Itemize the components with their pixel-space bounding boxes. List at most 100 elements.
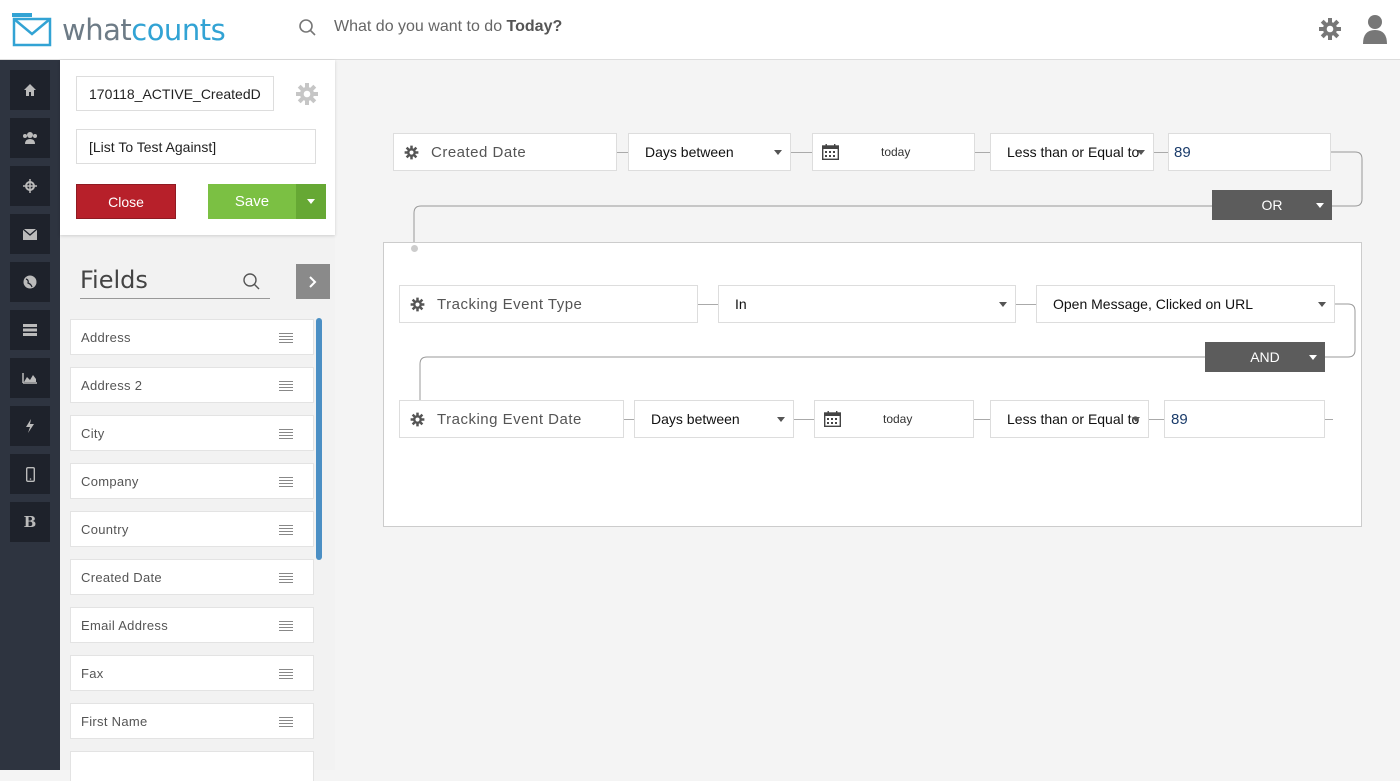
user-icon[interactable] — [1362, 14, 1388, 44]
caret-down-icon — [1132, 417, 1140, 422]
rule-operator-select[interactable]: Days between — [634, 400, 794, 438]
rule-field-label: Tracking Event Date — [437, 410, 582, 428]
globe-icon — [23, 275, 37, 289]
rail-item-target[interactable] — [10, 166, 50, 206]
envelope-logo-icon — [12, 13, 52, 47]
top-bar: whatcounts What do you want to do Today? — [0, 0, 1400, 60]
logic-value: OR — [1261, 197, 1283, 213]
field-item[interactable]: Address 2 — [70, 367, 314, 403]
fields-title: Fields — [80, 266, 148, 294]
rail-item-list[interactable] — [10, 310, 50, 350]
field-label: Address — [81, 329, 131, 345]
fields-expand-button[interactable] — [296, 264, 330, 299]
rail-item-mail[interactable] — [10, 214, 50, 254]
rail-item-bold[interactable]: B — [10, 502, 50, 542]
or-connector-lines — [413, 151, 1363, 246]
segment-panel: 170118_ACTIVE_CreatedD [List To Test Aga… — [60, 60, 335, 781]
field-item[interactable]: Created Date — [70, 559, 314, 595]
field-item[interactable] — [70, 751, 314, 781]
drag-handle-icon[interactable] — [279, 333, 293, 343]
save-options-button[interactable] — [296, 184, 326, 219]
rail-item-globe[interactable] — [10, 262, 50, 302]
connector-line — [1325, 419, 1333, 420]
field-item[interactable]: City — [70, 415, 314, 451]
drag-handle-icon[interactable] — [279, 477, 293, 487]
rail-item-home[interactable] — [10, 70, 50, 110]
rule-date-picker[interactable]: today — [814, 400, 974, 438]
gear-icon[interactable] — [295, 82, 319, 106]
caret-down-icon — [1309, 355, 1317, 360]
calendar-icon — [824, 411, 841, 427]
fields-scrollbar[interactable] — [316, 318, 322, 560]
connector-line — [794, 419, 814, 420]
search-icon[interactable] — [298, 18, 318, 38]
save-button[interactable]: Save — [208, 184, 296, 219]
caret-down-icon — [777, 417, 785, 422]
rail-item-chart[interactable] — [10, 358, 50, 398]
logic-and-select[interactable]: AND — [1205, 342, 1325, 372]
field-item[interactable]: Address — [70, 319, 314, 355]
rail-item-users[interactable] — [10, 118, 50, 158]
date-value: today — [883, 412, 913, 426]
connector-line — [974, 419, 990, 420]
field-label: Email Address — [81, 617, 168, 633]
gear-icon[interactable] — [410, 412, 425, 427]
area-chart-icon — [22, 373, 37, 384]
logic-value: AND — [1250, 349, 1280, 365]
field-label: Address 2 — [81, 377, 143, 393]
caret-down-icon — [1316, 203, 1324, 208]
field-item[interactable]: Email Address — [70, 607, 314, 643]
crosshair-icon — [23, 179, 37, 193]
field-label: Fax — [81, 665, 104, 681]
users-icon — [23, 132, 37, 144]
segment-name-input[interactable]: 170118_ACTIVE_CreatedD — [76, 76, 274, 111]
left-nav-rail: B — [0, 60, 60, 770]
chevron-right-icon — [309, 275, 317, 288]
drag-handle-icon[interactable] — [279, 525, 293, 535]
operator-value: Days between — [651, 411, 740, 427]
field-item[interactable]: Country — [70, 511, 314, 547]
logo-text: whatcounts — [62, 13, 226, 47]
fields-divider — [80, 298, 270, 299]
field-item[interactable]: Company — [70, 463, 314, 499]
drag-handle-icon[interactable] — [279, 429, 293, 439]
rule-value: 89 — [1171, 410, 1188, 428]
connector-line — [624, 419, 634, 420]
rule-value-input[interactable]: 89 — [1164, 400, 1325, 438]
logic-or-select[interactable]: OR — [1212, 190, 1332, 220]
drag-handle-icon[interactable] — [279, 669, 293, 679]
b-icon: B — [23, 513, 37, 531]
field-label: Created Date — [81, 569, 162, 585]
home-icon — [24, 84, 36, 96]
field-label: City — [81, 425, 105, 441]
drag-handle-icon[interactable] — [279, 621, 293, 631]
rule-field-tracking-event-date[interactable]: Tracking Event Date — [399, 400, 624, 438]
list-icon — [23, 324, 37, 336]
drag-handle-icon[interactable] — [279, 381, 293, 391]
gear-icon[interactable] — [1318, 17, 1342, 41]
envelope-icon — [23, 228, 37, 240]
mobile-icon — [25, 466, 35, 482]
test-list-select[interactable]: [List To Test Against] — [76, 129, 316, 164]
rail-item-flash[interactable] — [10, 406, 50, 446]
drag-handle-icon[interactable] — [279, 573, 293, 583]
field-label: Company — [81, 473, 139, 489]
segment-settings: 170118_ACTIVE_CreatedD [List To Test Aga… — [60, 60, 335, 235]
rule-builder-canvas: Created Date Days between today Less tha… — [335, 60, 1400, 770]
close-button[interactable]: Close — [76, 184, 176, 219]
rule-comparison-select[interactable]: Less than or Equal to — [990, 400, 1149, 438]
search-icon[interactable] — [242, 272, 262, 292]
global-search-input[interactable]: What do you want to do Today? — [334, 18, 562, 36]
field-label: First Name — [81, 713, 148, 729]
nested-rule-group: Tracking Event Type In Open Message, Cli… — [383, 242, 1362, 527]
caret-down-icon — [307, 199, 315, 204]
drag-handle-icon[interactable] — [279, 717, 293, 727]
field-item[interactable]: First Name — [70, 703, 314, 739]
bolt-icon — [26, 419, 34, 433]
logo[interactable]: whatcounts — [12, 10, 226, 50]
rail-item-mobile[interactable] — [10, 454, 50, 494]
field-label: Country — [81, 521, 129, 537]
connector-line — [1149, 419, 1164, 420]
field-item[interactable]: Fax — [70, 655, 314, 691]
comparison-value: Less than or Equal to — [1007, 411, 1140, 427]
